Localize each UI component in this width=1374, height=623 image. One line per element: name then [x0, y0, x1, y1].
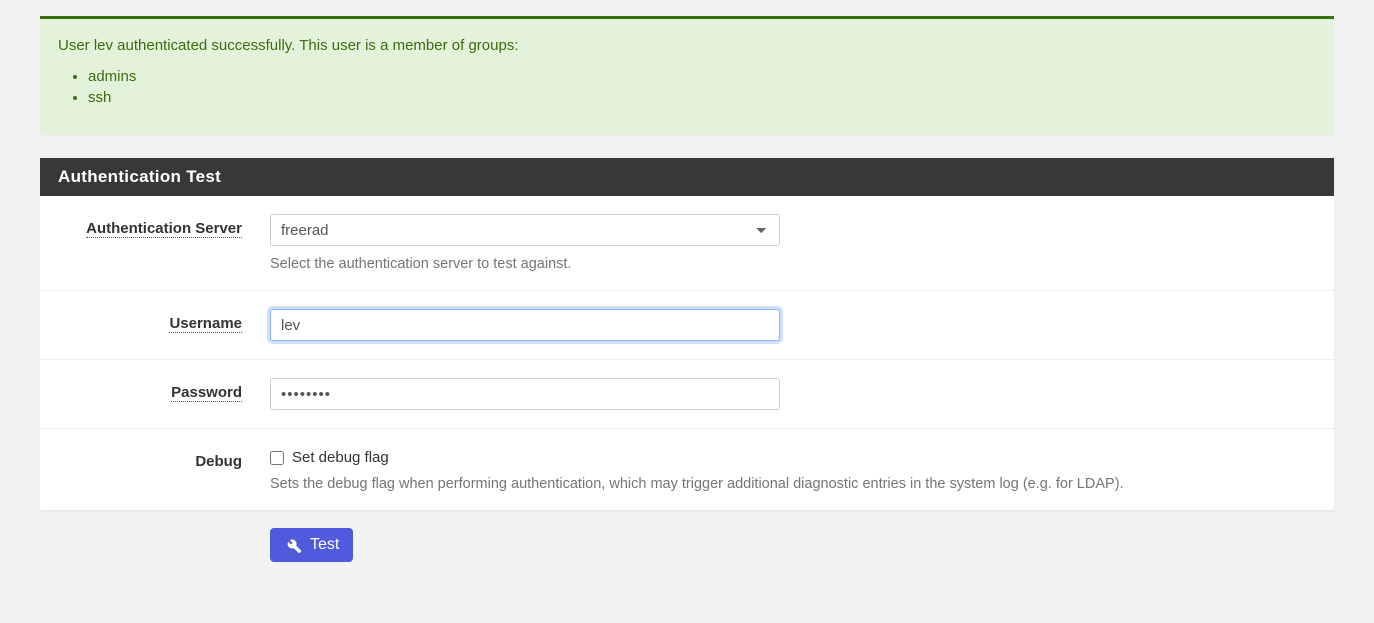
username-control: [270, 309, 1334, 341]
test-button[interactable]: Test: [270, 528, 353, 562]
auth-server-label: Authentication Server: [40, 214, 270, 237]
debug-checkbox-line[interactable]: Set debug flag: [270, 447, 1304, 466]
debug-checkbox-label: Set debug flag: [292, 449, 389, 466]
success-alert: User lev authenticated successfully. Thi…: [40, 16, 1334, 134]
debug-control: Set debug flag Sets the debug flag when …: [270, 447, 1334, 492]
panel-title: Authentication Test: [40, 158, 1334, 196]
username-label: Username: [40, 309, 270, 332]
page-root: User lev authenticated successfully. Thi…: [0, 16, 1374, 623]
alert-group-item: admins: [88, 68, 1316, 85]
alert-group-list: admins ssh: [88, 68, 1316, 106]
panel-body: Authentication Server freerad Select the…: [40, 196, 1334, 510]
row-password: Password: [40, 360, 1334, 429]
password-control: [270, 378, 1334, 410]
footer-row: Test: [40, 510, 1334, 602]
password-label-text: Password: [171, 384, 242, 402]
auth-test-panel: Authentication Test Authentication Serve…: [40, 158, 1334, 510]
password-label: Password: [40, 378, 270, 401]
username-label-text: Username: [169, 315, 242, 333]
password-input[interactable]: [270, 378, 780, 410]
debug-checkbox[interactable]: [270, 451, 284, 465]
alert-message: User lev authenticated successfully. Thi…: [58, 37, 1316, 54]
test-button-label: Test: [310, 536, 339, 554]
auth-server-select[interactable]: freerad: [270, 214, 780, 246]
alert-group-item: ssh: [88, 89, 1316, 106]
username-input[interactable]: [270, 309, 780, 341]
auth-server-help: Select the authentication server to test…: [270, 256, 1304, 272]
auth-server-control: freerad Select the authentication server…: [270, 214, 1334, 272]
row-auth-server: Authentication Server freerad Select the…: [40, 196, 1334, 291]
debug-label-text: Debug: [195, 453, 242, 470]
debug-label: Debug: [40, 447, 270, 470]
wrench-icon: [284, 536, 302, 554]
row-debug: Debug Set debug flag Sets the debug flag…: [40, 429, 1334, 510]
debug-help: Sets the debug flag when performing auth…: [270, 476, 1304, 492]
row-username: Username: [40, 291, 1334, 360]
auth-server-label-text: Authentication Server: [86, 220, 242, 238]
